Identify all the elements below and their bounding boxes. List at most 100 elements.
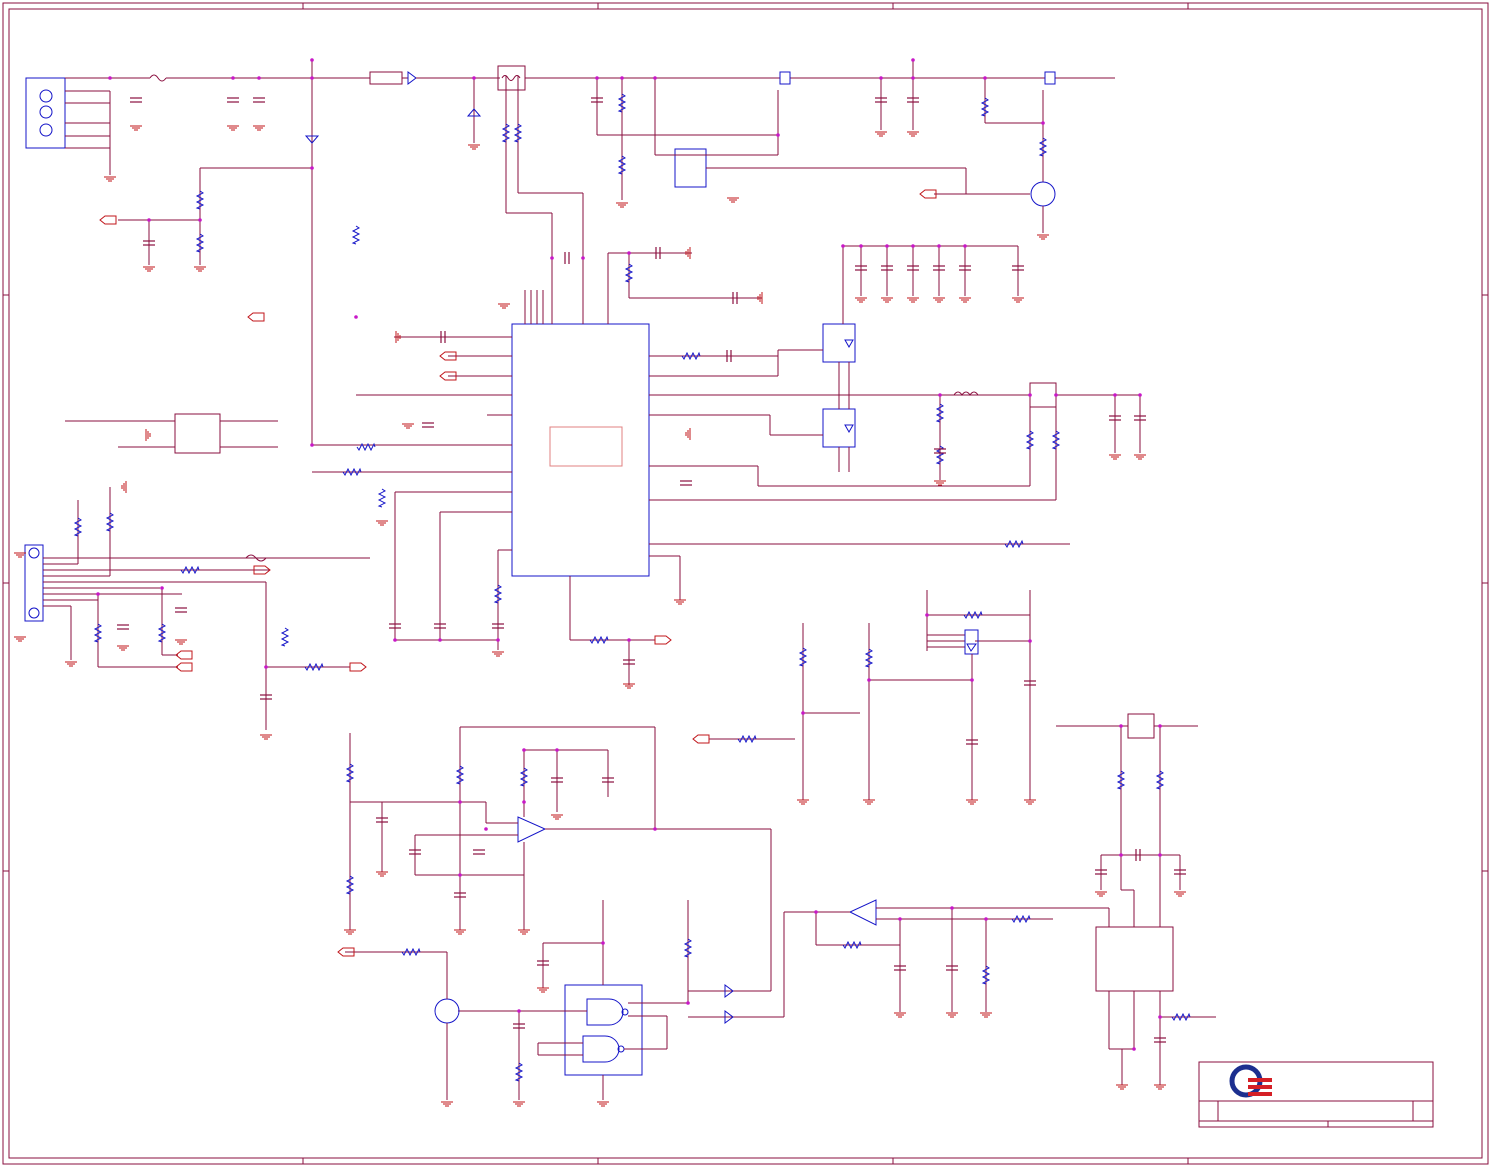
- ground-icon: [616, 202, 628, 208]
- junction-dot: [581, 256, 585, 260]
- ground-icon: [980, 1012, 992, 1018]
- junction-dot: [653, 827, 657, 831]
- junction-dot: [1113, 393, 1117, 397]
- power-jack-connector: [25, 77, 111, 175]
- junction-dot: [801, 711, 805, 715]
- ground-icon: [253, 125, 265, 131]
- ground-icon: [14, 552, 26, 558]
- capacitor-symbols: [117, 97, 1186, 1043]
- junction-dot: [96, 592, 100, 596]
- junction-dot: [393, 638, 397, 642]
- junction-dot: [1158, 724, 1162, 728]
- ground-icon: [959, 297, 971, 303]
- ground-icon: [1037, 234, 1049, 240]
- ground-icon: [1174, 891, 1186, 897]
- signal-connector: [24, 413, 370, 730]
- junction-dot: [458, 800, 462, 804]
- capacitor: [422, 422, 434, 428]
- junction-dot: [496, 638, 500, 642]
- junction-dot: [938, 393, 942, 397]
- mosfet-driver-section: [709, 590, 1031, 800]
- ground-icon: [145, 429, 151, 441]
- junction-dot: [950, 906, 954, 910]
- ground-icon: [513, 1101, 525, 1107]
- junction-dot: [550, 256, 554, 260]
- junction-dot: [595, 76, 599, 80]
- junction-dot: [911, 244, 915, 248]
- junction-dot: [898, 917, 902, 921]
- ground-icon: [875, 131, 887, 137]
- junction-dot: [1028, 639, 1032, 643]
- ground-icon: [907, 131, 919, 137]
- junction-dot: [859, 244, 863, 248]
- buck-power-stage: [757, 245, 1140, 500]
- junction-dot: [937, 244, 941, 248]
- junction-dot: [1158, 853, 1162, 857]
- ground-icon: [863, 799, 875, 805]
- ground-icon: [934, 480, 946, 486]
- off-sheet-port: [349, 662, 367, 672]
- capacitor: [117, 624, 129, 630]
- ground-icon: [894, 1012, 906, 1018]
- ground-icon: [1095, 891, 1107, 897]
- capacitor-bank: [860, 246, 1141, 453]
- ground-icon: [1012, 297, 1024, 303]
- ground-icon: [518, 929, 530, 935]
- ground-icon: [65, 661, 77, 667]
- junction-dot: [653, 76, 657, 80]
- junction-dot: [108, 76, 112, 80]
- capacitor: [175, 607, 187, 613]
- junction-dot: [963, 244, 967, 248]
- junction-dot: [686, 1001, 690, 1005]
- ground-icon: [468, 144, 480, 150]
- ground-icon: [104, 176, 116, 182]
- junction-dot: [458, 873, 462, 877]
- ground-icon: [727, 197, 739, 203]
- ground-icon: [498, 303, 510, 309]
- junction-dot: [627, 638, 631, 642]
- capacitor: [564, 252, 570, 264]
- junction-dot: [310, 166, 314, 170]
- junction-dot: [198, 218, 202, 222]
- capacitor: [680, 480, 692, 486]
- junction-dot: [438, 638, 442, 642]
- capacitor: [253, 97, 265, 103]
- ground-symbols: [14, 125, 1186, 1107]
- ground-icon: [1134, 454, 1146, 460]
- junction-dot: [257, 76, 261, 80]
- junction-dot: [1041, 121, 1045, 125]
- junction-dot: [264, 665, 268, 669]
- ground-icon: [121, 481, 127, 493]
- junction-dot: [484, 827, 488, 831]
- junction-dot: [522, 748, 526, 752]
- junction-dot: [310, 58, 314, 62]
- junction-dot: [160, 586, 164, 590]
- ground-icon: [551, 814, 563, 820]
- resistor: [280, 627, 290, 647]
- ground-icon: [227, 125, 239, 131]
- junction-dot: [1119, 724, 1123, 728]
- junction-dot: [1138, 393, 1142, 397]
- ground-icon: [855, 297, 867, 303]
- capacitor: [130, 97, 142, 103]
- junction-dot: [147, 218, 151, 222]
- junction-dot: [814, 910, 818, 914]
- resistor: [351, 225, 361, 245]
- ground-icon: [685, 428, 691, 440]
- off-sheet-port: [919, 189, 937, 199]
- ground-icon: [933, 297, 945, 303]
- junction-dot: [555, 748, 559, 752]
- junction-dot: [627, 251, 631, 255]
- junction-dot: [231, 76, 235, 80]
- ground-icon: [966, 799, 978, 805]
- ground-icon: [881, 297, 893, 303]
- junction-dot: [517, 1009, 521, 1013]
- ground-icon: [597, 1101, 609, 1107]
- junction-dot: [601, 941, 605, 945]
- company-logo-icon: [1229, 1064, 1272, 1098]
- ground-icon: [797, 799, 809, 805]
- ground-icon: [441, 1101, 453, 1107]
- ground-icon: [946, 1012, 958, 1018]
- junction-dot: [354, 315, 358, 319]
- ground-icon: [1154, 1084, 1166, 1090]
